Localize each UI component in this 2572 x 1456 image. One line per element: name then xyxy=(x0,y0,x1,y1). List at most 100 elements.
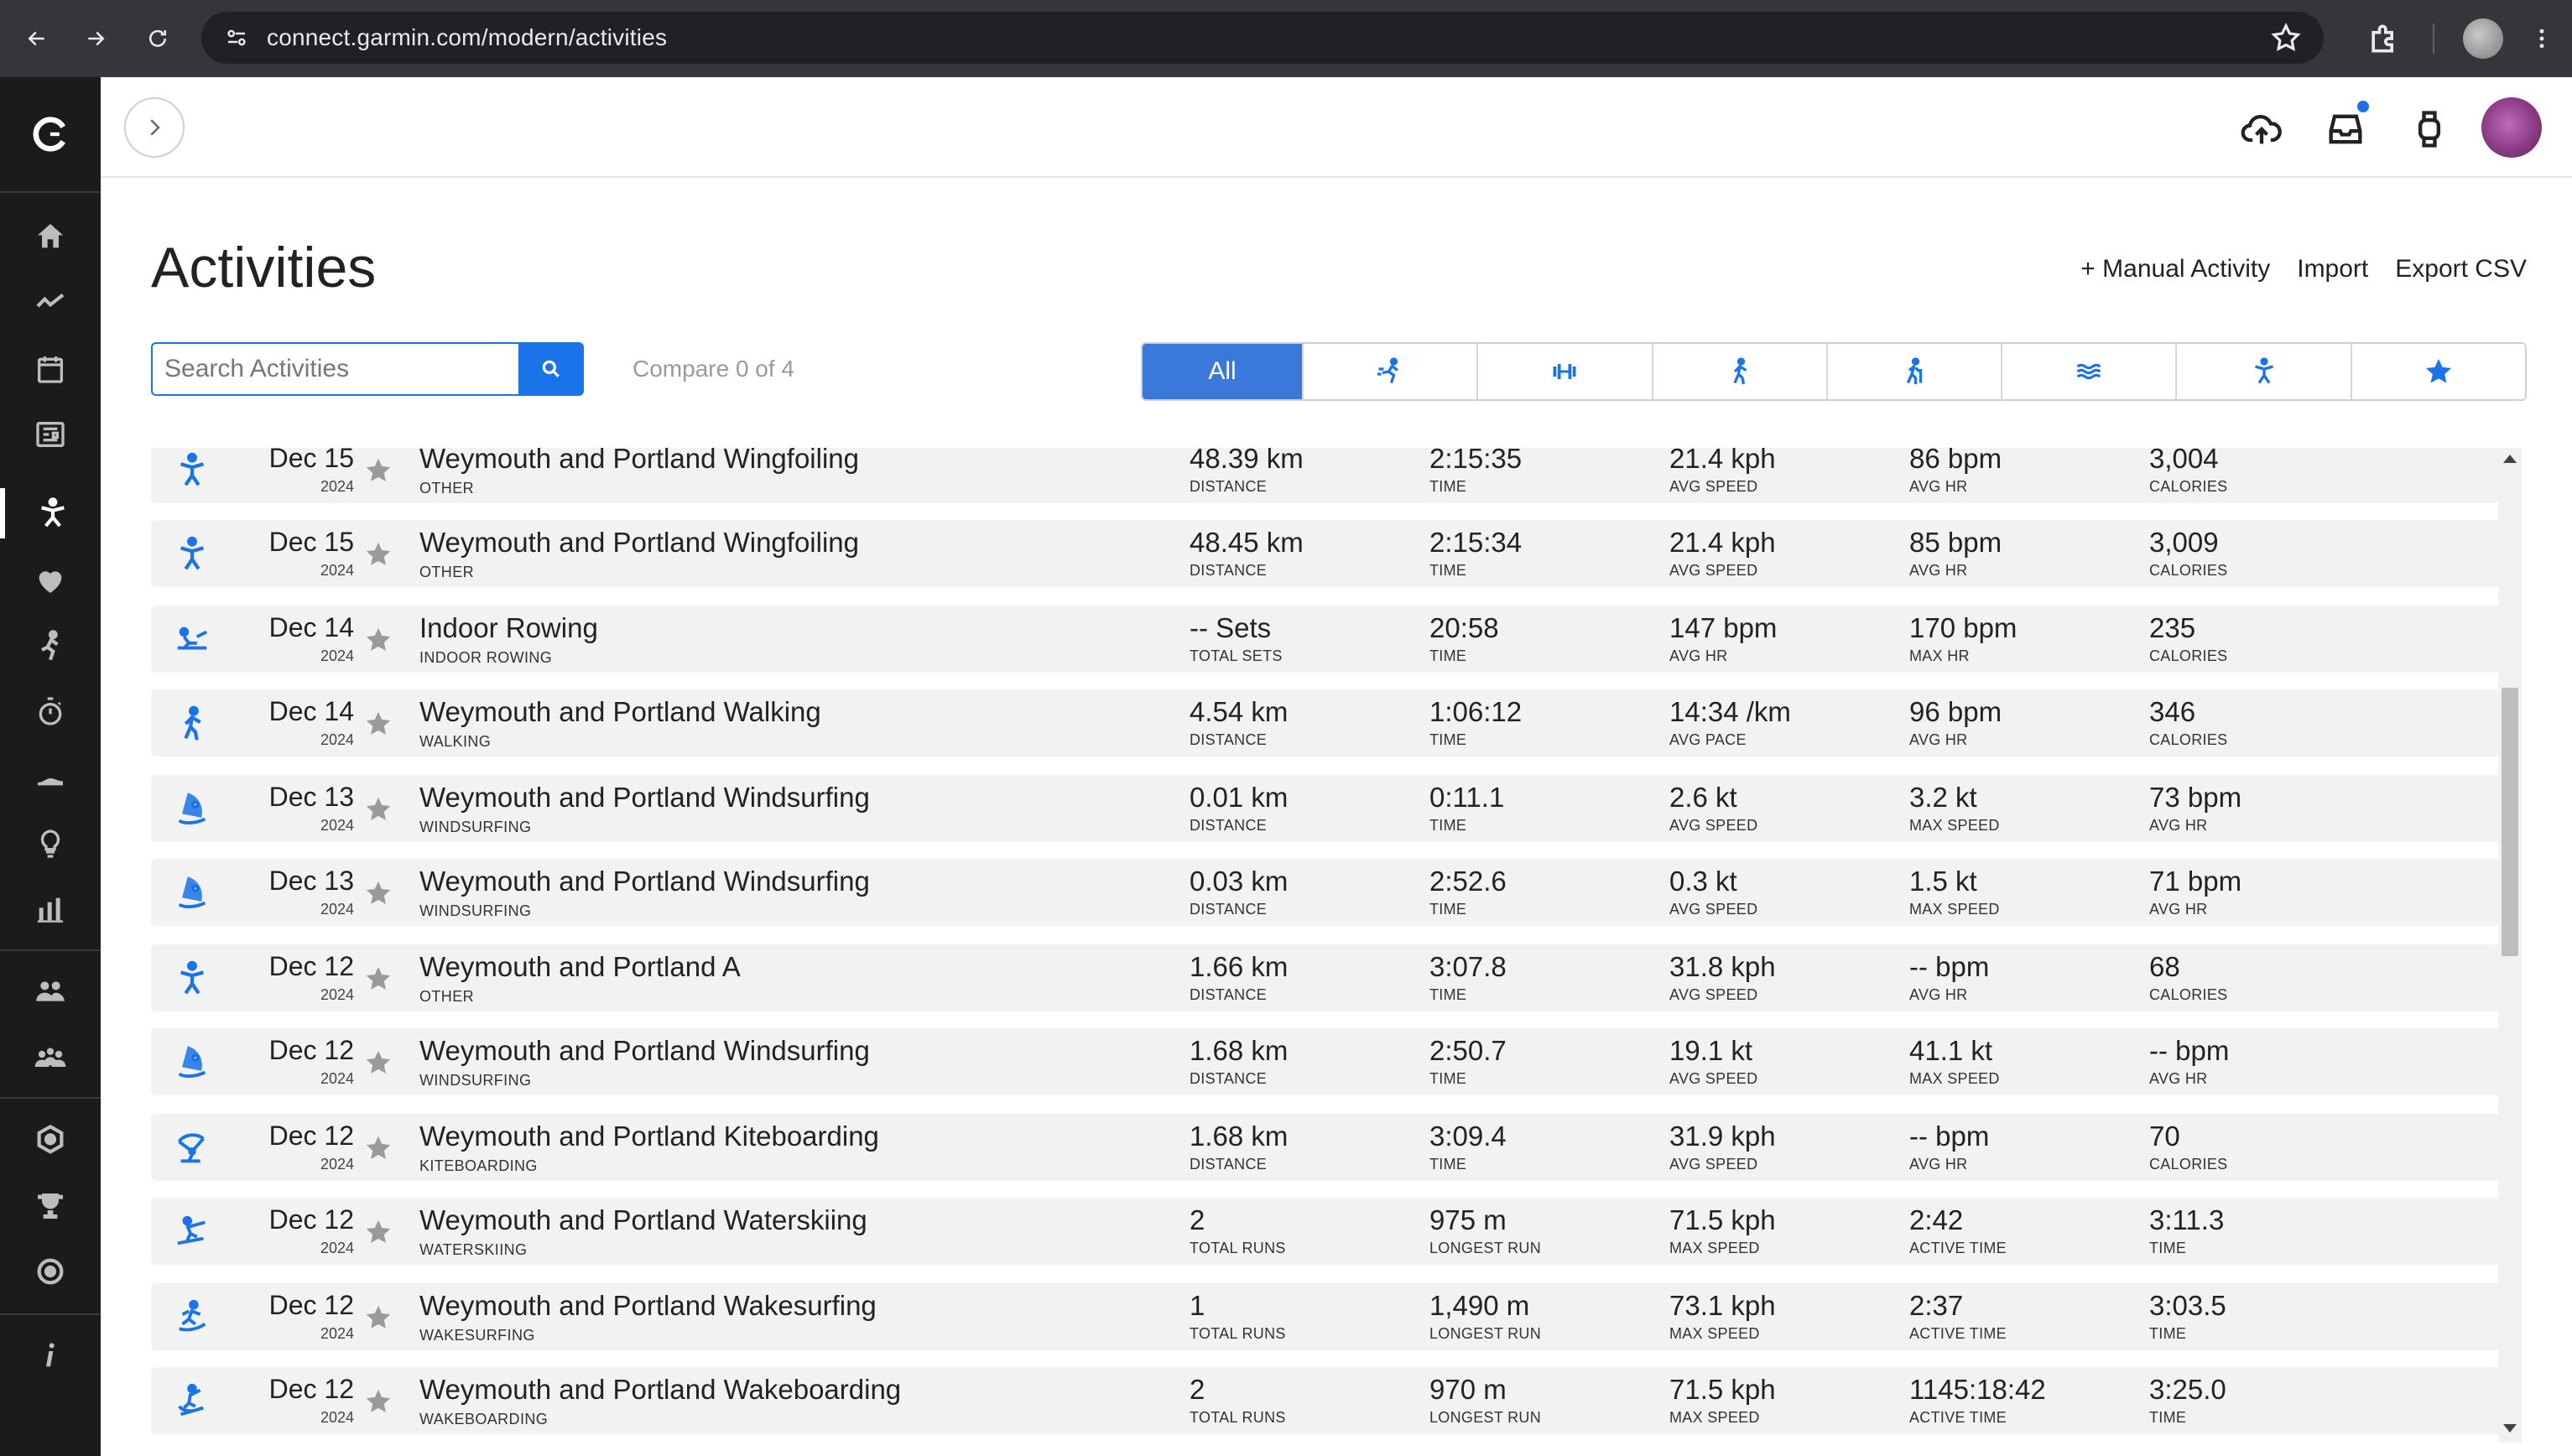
filter-favorites[interactable] xyxy=(2351,344,2525,399)
insights-icon[interactable] xyxy=(0,277,101,327)
favorite-star-icon[interactable] xyxy=(364,879,393,907)
garmin-connect-logo[interactable] xyxy=(29,112,72,156)
timer-icon[interactable] xyxy=(0,686,101,736)
activity-name-link[interactable]: Weymouth and Portland Wakesurfing xyxy=(419,1290,877,1322)
user-avatar[interactable] xyxy=(2481,97,2542,158)
activity-row[interactable]: Dec 14 2024 Weymouth and Portland Walking W… xyxy=(151,689,2500,757)
home-icon[interactable] xyxy=(0,211,101,262)
reload-icon[interactable] xyxy=(133,13,183,64)
activity-stat: -- bpm AVG HR xyxy=(1909,1121,1989,1173)
activity-row[interactable]: Dec 12 2024 Weymouth and Portland Windsurf… xyxy=(151,1028,2500,1095)
stat-value: 2:42 xyxy=(1909,1204,1964,1235)
favorite-star-icon[interactable] xyxy=(364,1218,393,1246)
activity-row[interactable]: Dec 13 2024 Weymouth and Portland Windsurf… xyxy=(151,859,2500,926)
activity-name-link[interactable]: Weymouth and Portland A xyxy=(419,951,741,983)
activity-name-link[interactable]: Weymouth and Portland Wakeboarding xyxy=(419,1374,901,1406)
export-csv-link[interactable]: Export CSV xyxy=(2395,255,2527,283)
activity-name-link[interactable]: Weymouth and Portland Windsurfing xyxy=(419,782,870,814)
import-link[interactable]: Import xyxy=(2297,255,2368,283)
favorite-star-icon[interactable] xyxy=(364,1303,393,1332)
scroll-up-arrow[interactable] xyxy=(2503,455,2517,463)
expand-sidebar-button[interactable] xyxy=(124,97,185,158)
activity-row[interactable]: Dec 12 2024 Weymouth and Portland Waterski… xyxy=(151,1198,2500,1265)
filter-swimming[interactable] xyxy=(2002,344,2178,399)
favorite-star-icon[interactable] xyxy=(364,456,393,485)
upload-icon[interactable] xyxy=(2240,107,2283,151)
activity-name-link[interactable]: Weymouth and Portland Windsurfing xyxy=(419,866,870,897)
favorite-star-icon[interactable] xyxy=(364,626,393,654)
compare-status[interactable]: Compare 0 of 4 xyxy=(633,356,794,382)
activity-row[interactable]: Dec 13 2024 Weymouth and Portland Windsurf… xyxy=(151,775,2500,842)
filter-hiking[interactable] xyxy=(1827,344,2003,399)
activity-row[interactable]: Dec 12 2024 Weymouth and Portland Wakeboar… xyxy=(151,1367,2500,1434)
stat-label: TOTAL SETS xyxy=(1190,647,1283,664)
stat-label: DISTANCE xyxy=(1190,817,1268,834)
activity-name-link[interactable]: Weymouth and Portland Kiteboarding xyxy=(419,1121,879,1152)
activity-row[interactable]: Dec 12 2024 Weymouth and Portland A OTHER 1.… xyxy=(151,944,2500,1011)
site-info-icon[interactable] xyxy=(220,21,253,55)
activity-row[interactable]: Dec 12 2024 Weymouth and Portland Wakesurf… xyxy=(151,1283,2500,1350)
browser-menu-icon[interactable] xyxy=(2525,18,2559,59)
activity-stat: -- Sets TOTAL SETS xyxy=(1190,612,1283,665)
activity-name-link[interactable]: Weymouth and Portland Wingfoiling xyxy=(419,527,859,559)
activities-icon[interactable] xyxy=(0,488,101,538)
connections-icon[interactable] xyxy=(0,966,101,1017)
manual-activity-link[interactable]: + Manual Activity xyxy=(2080,255,2270,283)
groups-icon[interactable] xyxy=(0,1033,101,1084)
reports-icon[interactable] xyxy=(0,884,101,934)
filter-walking[interactable] xyxy=(1653,344,1828,399)
filter-all[interactable]: All xyxy=(1143,344,1304,399)
courses-icon[interactable] xyxy=(0,1246,101,1297)
activity-name-link[interactable]: Weymouth and Portland Wingfoiling xyxy=(419,448,859,475)
stat-label: AVG HR xyxy=(1909,1156,1968,1173)
badges-icon[interactable] xyxy=(0,1115,101,1166)
back-icon[interactable] xyxy=(12,13,62,64)
health-icon[interactable] xyxy=(0,555,101,606)
activity-stat: 21.4 kph AVG SPEED xyxy=(1669,527,1776,580)
favorite-star-icon[interactable] xyxy=(364,540,393,569)
search-button[interactable] xyxy=(518,342,584,396)
stat-value: 70 xyxy=(2149,1121,2180,1152)
favorite-star-icon[interactable] xyxy=(364,1387,393,1416)
scrollbar[interactable] xyxy=(2498,448,2522,1443)
bookmark-star-icon[interactable] xyxy=(2270,22,2302,54)
favorite-star-icon[interactable] xyxy=(364,795,393,824)
filter-other[interactable] xyxy=(2177,344,2352,399)
url-text[interactable]: connect.garmin.com/modern/activities xyxy=(267,24,667,51)
forward-icon[interactable] xyxy=(70,13,121,64)
favorite-star-icon[interactable] xyxy=(364,1048,393,1077)
activity-stat: 3.2 kt MAX SPEED xyxy=(1909,782,2000,835)
activity-row[interactable]: Dec 14 2024 Indoor Rowing INDOOR ROWING -- S… xyxy=(151,606,2500,673)
activity-row[interactable]: Dec 15 2024 Weymouth and Portland Wingfoil… xyxy=(151,520,2500,587)
gear-icon[interactable] xyxy=(0,753,101,803)
device-watch-icon[interactable] xyxy=(2408,107,2451,151)
scroll-down-arrow[interactable] xyxy=(2503,1424,2517,1433)
extensions-icon[interactable] xyxy=(2366,20,2403,57)
favorite-star-icon[interactable] xyxy=(364,710,393,738)
activity-row[interactable]: Dec 12 2024 Weymouth and Portland Kiteboar… xyxy=(151,1114,2500,1181)
news-feed-icon[interactable] xyxy=(0,409,101,460)
activity-name-link[interactable]: Weymouth and Portland Waterskiing xyxy=(419,1204,867,1236)
inbox-icon[interactable] xyxy=(2324,107,2367,151)
activity-row[interactable]: Dec 15 2024 Weymouth and Portland Wingfoil… xyxy=(151,448,2500,503)
favorite-star-icon[interactable] xyxy=(364,965,393,993)
calendar-icon[interactable] xyxy=(0,344,101,394)
tips-icon[interactable] xyxy=(0,819,101,869)
filter-running[interactable] xyxy=(1304,344,1479,399)
favorite-star-icon[interactable] xyxy=(364,1134,393,1162)
search-input[interactable] xyxy=(151,342,518,396)
challenges-icon[interactable] xyxy=(0,1181,101,1231)
activity-stat: 975 m LONGEST RUN xyxy=(1429,1204,1541,1257)
activity-name-link[interactable]: Weymouth and Portland Windsurfing xyxy=(419,1035,870,1067)
activity-name-link[interactable]: Weymouth and Portland Walking xyxy=(419,696,821,728)
activity-name-link[interactable]: Indoor Rowing xyxy=(419,612,598,644)
training-icon[interactable] xyxy=(0,621,101,671)
activity-date: Dec 12 xyxy=(268,1035,354,1065)
info-icon[interactable] xyxy=(0,1330,101,1381)
address-bar[interactable]: connect.garmin.com/modern/activities xyxy=(201,12,2324,64)
scrollbar-thumb[interactable] xyxy=(2502,688,2518,956)
filter-strength[interactable] xyxy=(1478,344,1653,399)
header-actions: + Manual Activity Import Export CSV xyxy=(2080,255,2527,283)
other-icon xyxy=(173,959,211,998)
browser-profile-avatar[interactable] xyxy=(2463,18,2503,59)
